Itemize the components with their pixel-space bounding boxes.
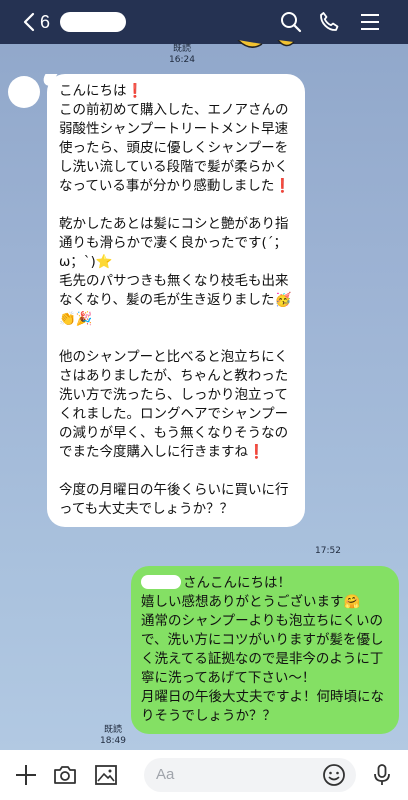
sent-message-bubble[interactable]: さんこんにちは！ 嬉しい感想ありがとうございます🤗 通常のシャンプーよりも泡立ち… — [131, 566, 399, 734]
voice-button[interactable] — [370, 763, 394, 787]
message-time: 18:49 — [100, 736, 126, 746]
input-bar: Aa — [0, 750, 408, 800]
read-receipt: 既読 — [172, 44, 191, 54]
message-time: 16:24 — [169, 55, 195, 65]
unread-count: 6 — [40, 11, 51, 32]
microphone-icon — [374, 764, 390, 785]
call-button[interactable] — [317, 10, 341, 34]
sent-message-text: さんこんにちは！ 嬉しい感想ありがとうございます🤗 通常のシャンプーよりも泡立ち… — [141, 575, 384, 724]
chevron-left-icon — [23, 12, 35, 32]
search-icon — [281, 12, 302, 33]
search-button[interactable] — [279, 10, 303, 34]
camera-button[interactable] — [53, 763, 77, 787]
emoji-button[interactable] — [322, 763, 346, 787]
add-button[interactable] — [14, 763, 38, 787]
sent-message-meta: 既読 18:49 — [96, 725, 130, 747]
read-receipt: 既読 — [103, 725, 122, 735]
emoji-icon — [323, 764, 345, 786]
image-button[interactable] — [94, 763, 118, 787]
received-message-time: 17:52 — [315, 546, 341, 556]
received-message-bubble[interactable]: こんにちは❗️ この前初めて購入した、エノアさんの弱酸性シャンプートリートメント… — [47, 74, 305, 527]
avatar[interactable] — [8, 76, 40, 108]
recipient-name-redacted — [141, 575, 181, 589]
menu-icon — [361, 14, 379, 30]
plus-icon — [16, 765, 36, 785]
menu-button[interactable] — [358, 10, 382, 34]
chat-header: 6 — [0, 0, 408, 44]
message-input-placeholder: Aa — [156, 766, 175, 783]
camera-icon — [54, 766, 76, 784]
image-icon — [95, 765, 117, 785]
sticker-partial — [237, 40, 295, 48]
earlier-message-meta: 既読 16:24 — [165, 44, 199, 66]
phone-icon — [320, 12, 339, 31]
contact-name-redacted — [60, 12, 126, 32]
